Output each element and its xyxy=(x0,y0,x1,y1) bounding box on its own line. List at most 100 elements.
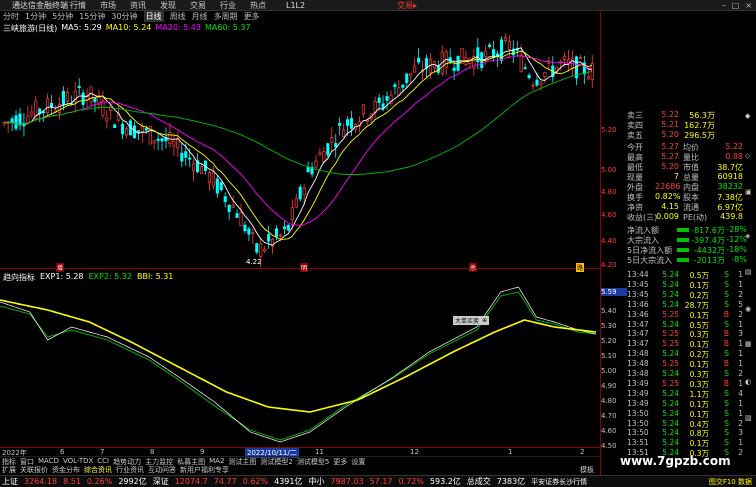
side-tool-icon[interactable]: ◐ xyxy=(745,378,755,387)
tick-volume: 0.3万 xyxy=(689,330,709,340)
side-tool-icon[interactable]: ◉ xyxy=(745,305,755,314)
ask-volume: 162.7万 xyxy=(684,121,715,130)
event-mark-3[interactable]: 杀 xyxy=(469,263,478,272)
tick-row: 13:45 5.24 0.2万 S 2 xyxy=(627,290,745,300)
period-15min[interactable]: 15分钟 xyxy=(79,11,105,22)
y-tick: 4.40 xyxy=(601,237,617,245)
maximize-icon[interactable]: □ xyxy=(732,1,740,10)
f10-link[interactable]: 图交F10 数据 xyxy=(709,477,756,487)
side-tool-icon[interactable]: ◆ xyxy=(745,112,755,121)
tab-expand[interactable]: 扩展 xyxy=(2,465,16,474)
trend-indicator-chart[interactable] xyxy=(0,282,600,446)
tick-time: 13:46 xyxy=(627,309,649,319)
period-1min[interactable]: 1分钟 xyxy=(25,11,46,22)
period-multi[interactable]: 多周期 xyxy=(214,11,238,22)
tick-direction: S xyxy=(724,408,729,418)
tick-volume: 0.8万 xyxy=(689,429,709,439)
menu-hot[interactable]: 热点 xyxy=(250,0,266,11)
tick-price: 5.25 xyxy=(662,378,679,388)
candle-body xyxy=(81,92,85,105)
close-icon[interactable]: × xyxy=(745,1,752,10)
menu-discover[interactable]: 发现 xyxy=(160,0,176,11)
period-monthly[interactable]: 月线 xyxy=(192,11,208,22)
candle-body xyxy=(247,228,251,235)
tick-direction: B xyxy=(723,339,729,349)
popup-button[interactable]: ⊕ xyxy=(482,317,487,324)
zx-label[interactable]: 中小 xyxy=(308,476,324,487)
tick-count: 2 xyxy=(738,448,743,458)
menu-quotes[interactable]: 行情 xyxy=(70,0,86,11)
minimize-icon[interactable]: – xyxy=(722,1,726,10)
candle-body xyxy=(519,54,523,72)
tab-industry-news[interactable]: 行业资讯 xyxy=(116,465,144,474)
tick-price: 5.24 xyxy=(662,349,679,359)
side-tool-icon[interactable]: ▦ xyxy=(745,340,755,349)
period-daily[interactable]: 日线 xyxy=(143,11,164,22)
chart-popup[interactable]: 大单买卖 ⊕ xyxy=(453,316,490,325)
tab-indicator[interactable]: 指标 xyxy=(2,457,16,466)
menu-news[interactable]: 资讯 xyxy=(130,0,146,11)
side-tool-icon[interactable]: ◈ xyxy=(745,232,755,241)
broker-name[interactable]: 平安证券长沙行情 xyxy=(531,477,587,487)
candle-body xyxy=(409,73,413,77)
tick-count: 1 xyxy=(738,279,743,289)
event-mark-2[interactable]: 明 xyxy=(300,263,309,272)
tick-price: 5.24 xyxy=(662,369,679,378)
tab-vol[interactable]: VOL-TDX xyxy=(63,457,93,465)
tick-direction: B xyxy=(723,309,729,319)
tab-test-model2[interactable]: 测试模型2 xyxy=(260,457,292,466)
quote-value: 22686 xyxy=(655,182,681,191)
kline-chart[interactable] xyxy=(0,33,600,269)
side-tool-icon[interactable]: ◇ xyxy=(745,152,755,161)
menu-trade[interactable]: 交易 xyxy=(190,0,206,11)
candle-body xyxy=(401,84,405,88)
tab-settings[interactable]: 设置 xyxy=(351,457,365,466)
ask-volume: 296.5万 xyxy=(684,131,715,140)
event-mark-1[interactable]: 增 xyxy=(56,263,65,272)
tab-private[interactable]: 私募主图 xyxy=(177,457,205,466)
period-30min[interactable]: 30分钟 xyxy=(111,11,137,22)
side-tool-icon[interactable]: ▤ xyxy=(745,268,755,277)
event-mark-4[interactable]: 路 xyxy=(576,263,585,272)
side-tool-icon[interactable]: ▧ xyxy=(745,414,755,423)
tab-monitor[interactable]: 主力监控 xyxy=(145,457,173,466)
trade-link[interactable]: 交易▸ xyxy=(397,0,417,11)
tab-trend[interactable]: 趋势动力 xyxy=(113,457,141,466)
candle-body xyxy=(263,249,267,252)
candle-body xyxy=(322,151,326,163)
candle-body xyxy=(152,140,156,144)
tick-count: 1 xyxy=(738,349,743,359)
tick-price: 5.24 xyxy=(662,319,679,329)
period-intraday[interactable]: 分时 xyxy=(3,11,19,22)
tab-news[interactable]: 综合资讯 xyxy=(84,465,112,474)
flow-pct: -18% xyxy=(726,245,747,254)
tab-macd[interactable]: MACD xyxy=(38,457,59,465)
y-tick: 4.70 xyxy=(601,412,617,420)
tab-newuser[interactable]: 新用户福利专享 xyxy=(180,465,229,474)
menu-industry[interactable]: 行业 xyxy=(220,0,236,11)
tab-related[interactable]: 关联报价 xyxy=(20,465,48,474)
candle-body xyxy=(93,98,97,102)
tab-more[interactable]: 更多 xyxy=(333,457,347,466)
tab-funds[interactable]: 资金分布 xyxy=(52,465,80,474)
tab-qa[interactable]: 互动问答 xyxy=(148,465,176,474)
template-button[interactable]: 模板 xyxy=(580,465,600,474)
candle-body xyxy=(298,186,302,200)
tab-cci[interactable]: CCI xyxy=(97,457,109,465)
tab-ma2[interactable]: MA2 xyxy=(209,457,224,465)
tab-test-main[interactable]: 测试主图 xyxy=(228,457,256,466)
period-weekly[interactable]: 周线 xyxy=(170,11,186,22)
level-badge[interactable]: L1L2 xyxy=(286,1,305,10)
side-tool-icon[interactable]: ▣ xyxy=(745,188,755,197)
sz-label[interactable]: 深证 xyxy=(153,476,169,487)
tab-window[interactable]: 窗口 xyxy=(20,457,34,466)
period-more[interactable]: 更多 xyxy=(244,11,260,22)
quote-row: 现量 7 总量 60918 xyxy=(627,172,747,182)
period-5min[interactable]: 5分钟 xyxy=(52,11,73,22)
sh-label[interactable]: 上证 xyxy=(2,476,18,487)
tick-price: 5.24 xyxy=(662,299,679,309)
sub-indicator-name[interactable]: 趋向指标 xyxy=(3,272,35,282)
menu-market[interactable]: 市场 xyxy=(100,0,116,11)
tick-time: 13:48 xyxy=(627,359,649,369)
tab-test-model5[interactable]: 测试模型5 xyxy=(297,457,329,466)
